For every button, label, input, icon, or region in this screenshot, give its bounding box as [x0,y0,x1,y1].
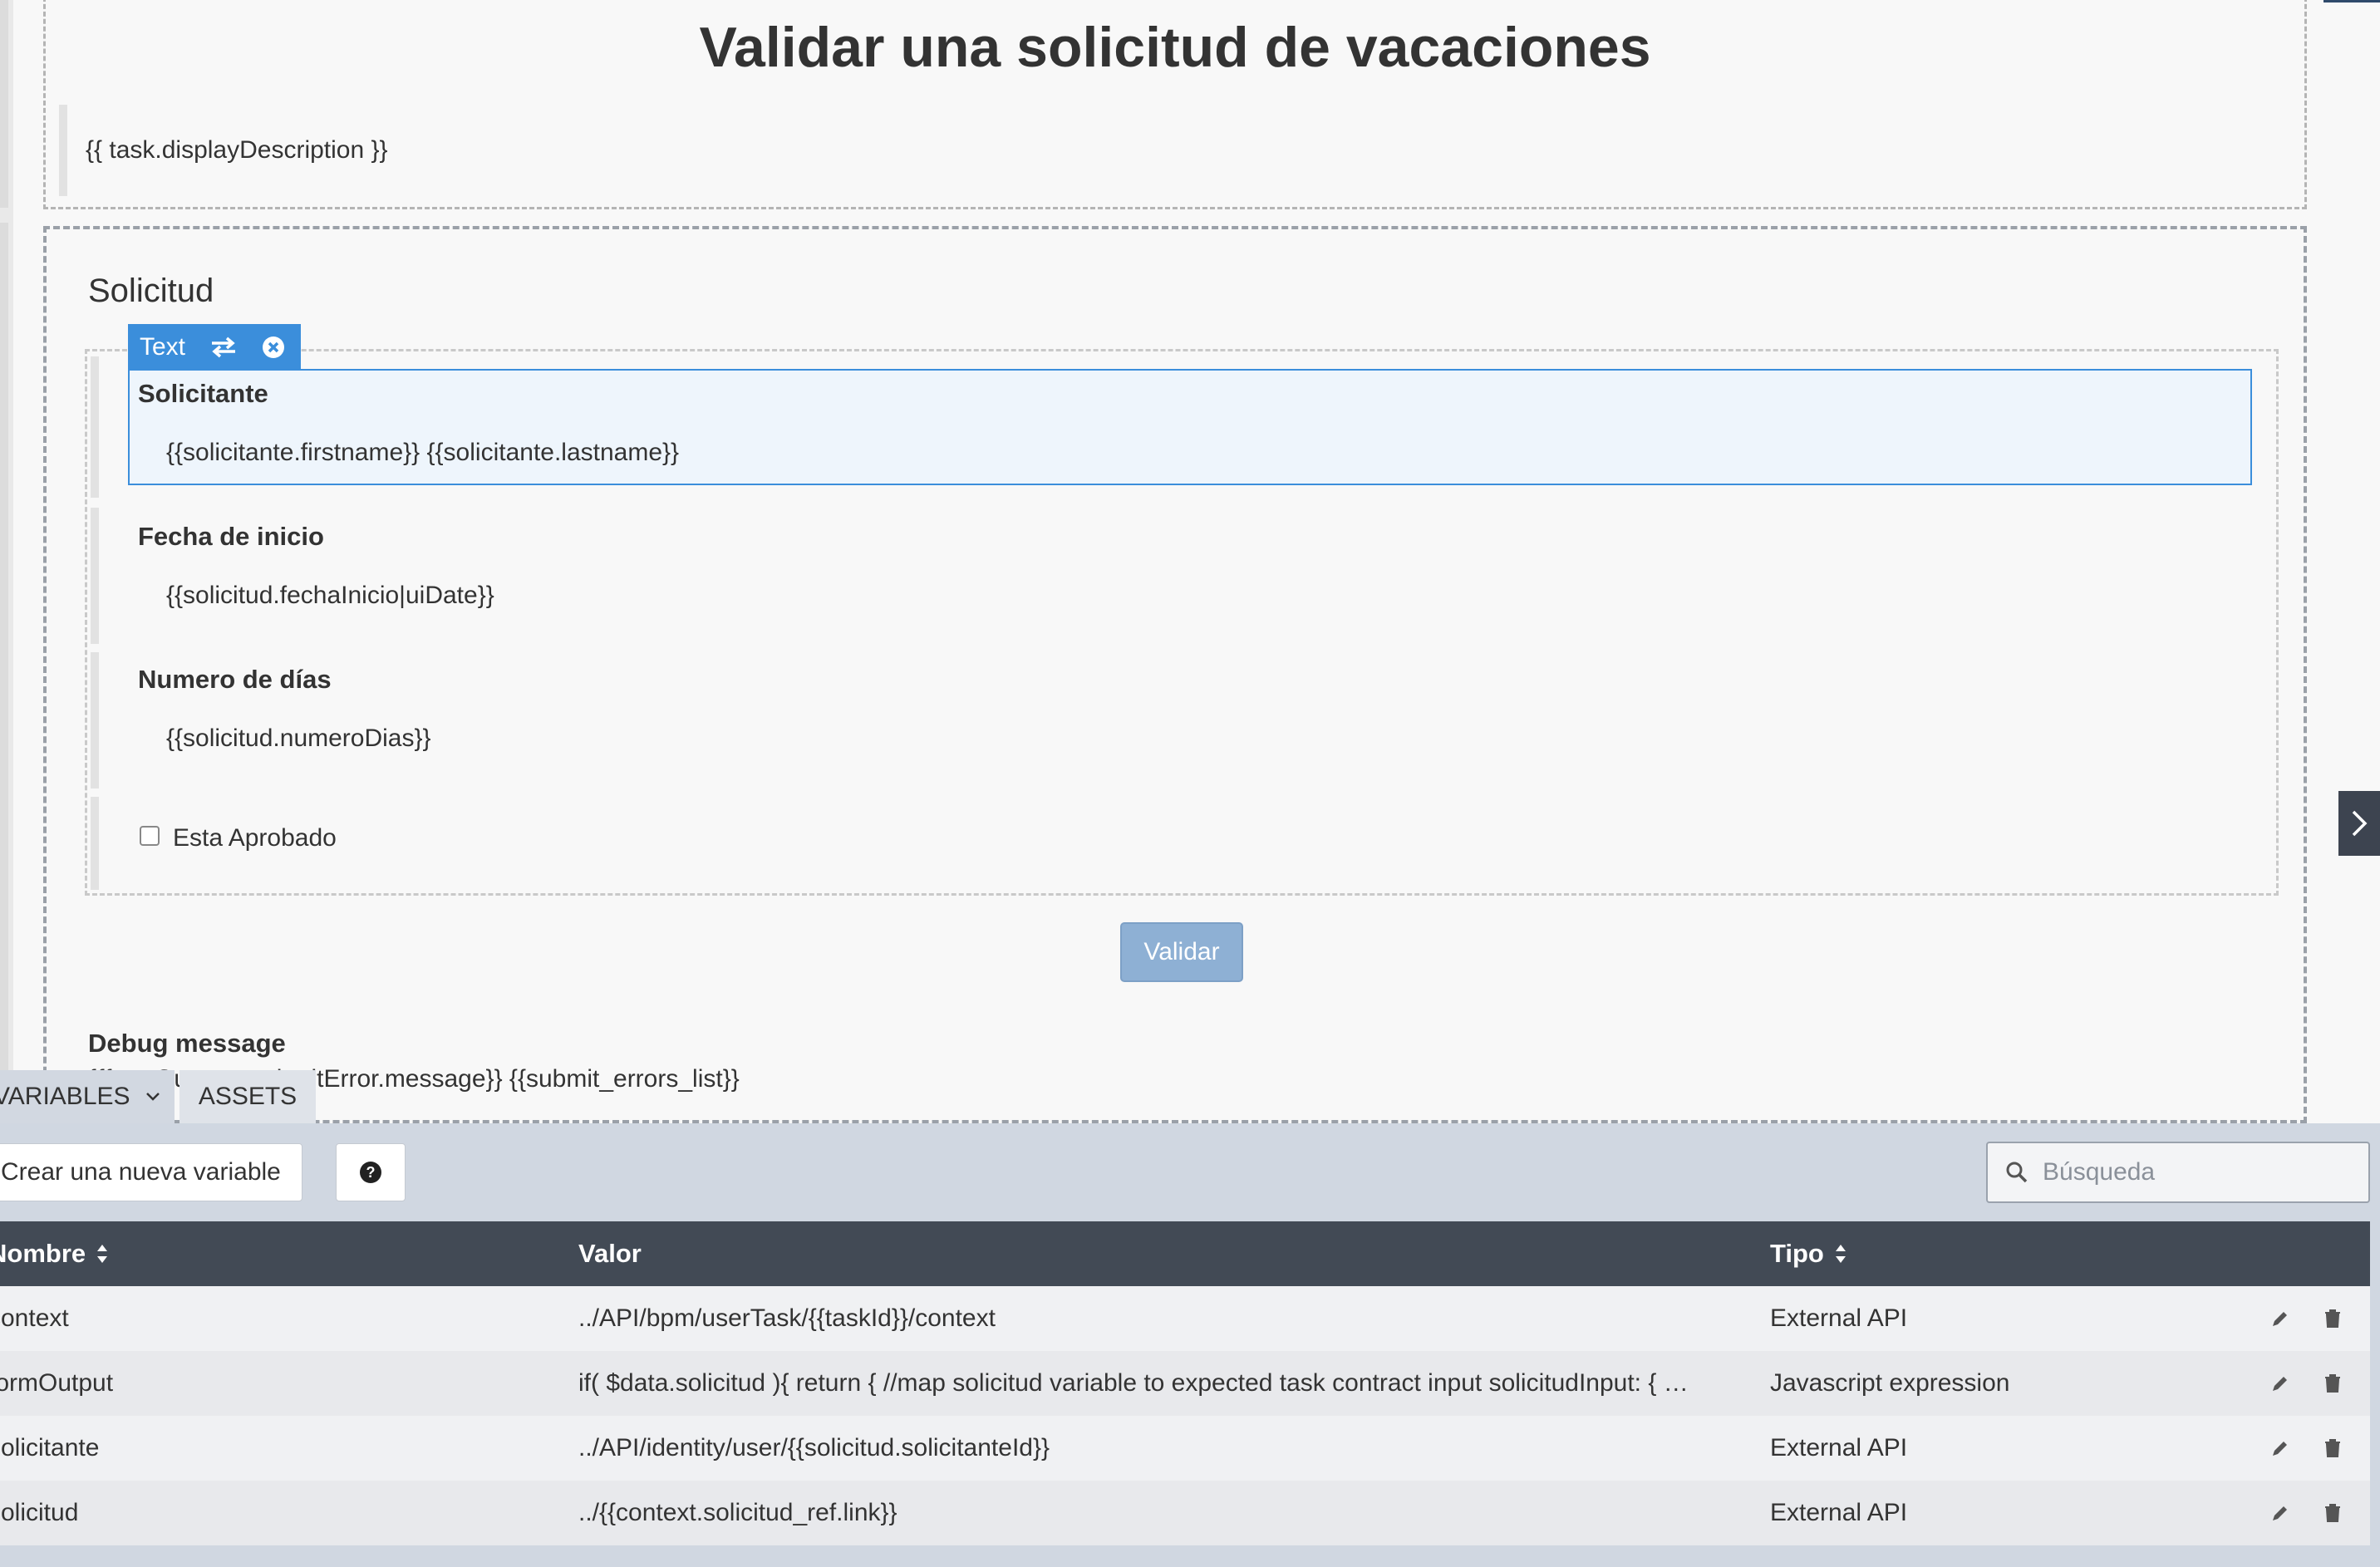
chevron-down-icon [145,1093,160,1101]
table-row[interactable]: context ../API/bpm/userTask/{{taskId}}/c… [0,1286,2370,1351]
approved-checkbox-label[interactable]: Esta Aprobado [173,824,337,852]
row-handle [91,652,99,788]
search-input[interactable] [2041,1157,2360,1187]
variable-type: External API [1770,1304,1908,1332]
editor-canvas: Validar una solicitud de vacaciones {{ t… [13,0,2323,1123]
form-container[interactable]: Solicitud Text Solicitante {{solicitante… [43,226,2307,1123]
variable-name: context [0,1304,69,1332]
table-header: Nombre Valor Tipo [0,1221,2370,1286]
task-description[interactable]: {{ task.displayDescription }} [86,136,388,165]
column-header-label: Valor [578,1239,642,1268]
widget-toolbar: Text [128,324,301,371]
table-row[interactable]: formOutput if( $data.solicitud ){ return… [0,1351,2370,1416]
variable-type: Javascript expression [1770,1369,2010,1397]
row-handle [91,797,99,890]
column-header-label: Tipo [1770,1239,1824,1268]
field-label-fecha-inicio[interactable]: Fecha de inicio [138,522,324,552]
field-value-fecha-inicio[interactable]: {{solicitud.fechaInicio|uiDate}} [166,582,494,610]
search-icon [2006,1162,2028,1183]
column-header-nombre[interactable]: Nombre [0,1221,109,1286]
field-value-numero-dias[interactable]: {{solicitud.numeroDias}} [166,725,431,753]
variable-value: ../API/bpm/userTask/{{taskId}}/context [578,1304,996,1332]
swap-icon[interactable] [210,336,237,358]
row-handle-1[interactable] [0,0,8,208]
sort-icon [97,1245,108,1263]
variable-value: ../{{context.solicitud_ref.link}} [578,1499,897,1526]
variable-name: formOutput [0,1369,114,1397]
row-handle [91,508,99,644]
variable-type: External API [1770,1499,1908,1526]
variables-table: Nombre Valor Tipo context ../API/bpm/use… [0,1221,2370,1545]
question-circle-icon: ? [360,1162,381,1183]
validar-button[interactable]: Validar [1120,922,1243,982]
variable-name: solicitante [0,1434,100,1461]
variable-type: External API [1770,1434,1908,1461]
variable-name: solicitud [0,1499,79,1526]
tab-variables-label: VARIABLES [0,1083,130,1110]
variable-value: if( $data.solicitud ){ return { //map so… [578,1369,1689,1397]
pencil-icon[interactable] [2270,1438,2290,1458]
row-handle-2[interactable] [0,223,8,1130]
column-header-tipo[interactable]: Tipo [1770,1221,1847,1286]
trash-icon[interactable] [2323,1373,2342,1393]
tab-assets-label: ASSETS [198,1083,298,1110]
widget-type-label: Text [140,333,186,361]
pencil-icon[interactable] [2270,1309,2290,1329]
variable-value: ../API/identity/user/{{solicitud.solicit… [578,1434,1050,1461]
bottom-tabs: VARIABLES ASSETS [0,1070,316,1123]
field-value-solicitante: {{solicitante.firstname}} {{solicitante.… [166,439,680,466]
chevron-right-icon [2352,810,2368,837]
column-header-label: Nombre [0,1239,86,1268]
svg-text:?: ? [366,1164,376,1181]
trash-icon[interactable] [2323,1438,2342,1458]
approved-checkbox[interactable] [140,826,160,846]
pencil-icon[interactable] [2270,1503,2290,1523]
tab-assets[interactable]: ASSETS [179,1070,316,1123]
section-title[interactable]: Solicitud [88,273,214,310]
row-handle [91,356,99,498]
properties-panel-toggle[interactable] [2338,791,2380,856]
trash-icon[interactable] [2323,1309,2342,1329]
selected-text-widget[interactable] [128,369,2252,485]
header-container[interactable]: Validar una solicitud de vacaciones {{ t… [43,0,2307,209]
variables-panel: Crear una nueva variable ? Nombre Valor … [0,1123,2380,1567]
field-label-solicitante: Solicitante [138,379,268,408]
column-header-valor: Valor [578,1221,642,1286]
left-gutter [0,0,13,1130]
field-label-numero-dias[interactable]: Numero de días [138,665,332,695]
table-body: context ../API/bpm/userTask/{{taskId}}/c… [0,1286,2370,1545]
help-button[interactable]: ? [336,1143,406,1201]
search-field[interactable] [1986,1142,2370,1203]
pencil-icon[interactable] [2270,1373,2290,1393]
table-row[interactable]: solicitud ../{{context.solicitud_ref.lin… [0,1481,2370,1545]
tab-variables[interactable]: VARIABLES [0,1070,175,1123]
table-row[interactable]: solicitante ../API/identity/user/{{solic… [0,1416,2370,1481]
description-handle [59,105,67,196]
close-icon[interactable] [262,336,285,359]
create-variable-button[interactable]: Crear una nueva variable [0,1143,302,1201]
trash-icon[interactable] [2323,1503,2342,1523]
debug-title[interactable]: Debug message [88,1029,286,1059]
page-title[interactable]: Validar una solicitud de vacaciones [46,15,2304,80]
sort-icon [1835,1245,1846,1263]
